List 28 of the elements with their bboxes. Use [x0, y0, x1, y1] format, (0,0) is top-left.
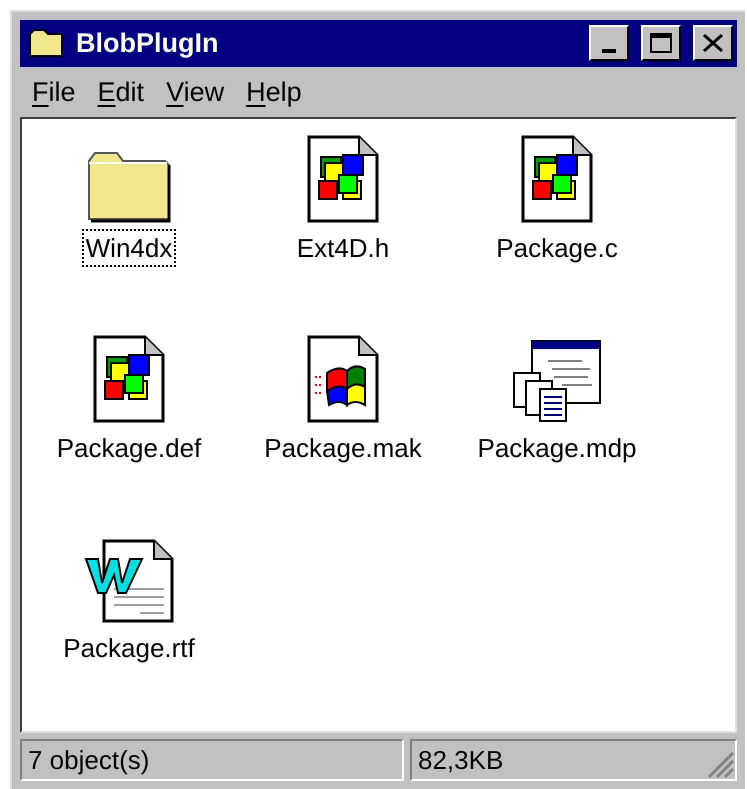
- menu-item[interactable]: View: [160, 72, 230, 112]
- file-name[interactable]: Win4dx: [82, 229, 176, 267]
- minimize-icon: [602, 49, 616, 54]
- source-file-icon: [93, 335, 165, 423]
- project-window-icon: [512, 339, 602, 423]
- source-file-icon: [521, 135, 593, 223]
- window-title: BlobPlugIn: [76, 27, 220, 60]
- status-size: 82,3KB: [418, 744, 504, 776]
- maximize-icon: [649, 32, 673, 54]
- windows-file-icon: [307, 335, 379, 423]
- maximize-button[interactable]: [641, 25, 681, 62]
- close-button[interactable]: [693, 25, 733, 62]
- menu-item[interactable]: File: [26, 72, 82, 112]
- file-name[interactable]: Package.c: [492, 229, 622, 267]
- source-file-icon: [307, 135, 379, 223]
- folder-icon: [28, 28, 66, 58]
- file-name[interactable]: Package.rtf: [59, 629, 199, 667]
- folder-icon: [87, 151, 171, 223]
- close-icon: [702, 33, 724, 54]
- file-name[interactable]: Ext4D.h: [292, 229, 394, 267]
- status-count: 7 object(s): [20, 739, 404, 781]
- menu-item[interactable]: Edit: [92, 72, 150, 112]
- word-document-icon: [84, 539, 174, 623]
- menu-item[interactable]: Help: [240, 72, 308, 112]
- file-name[interactable]: Package.mdp: [474, 429, 640, 467]
- file-name[interactable]: Package.mak: [260, 429, 426, 467]
- file-name[interactable]: Package.def: [52, 429, 206, 467]
- minimize-button[interactable]: [589, 25, 629, 62]
